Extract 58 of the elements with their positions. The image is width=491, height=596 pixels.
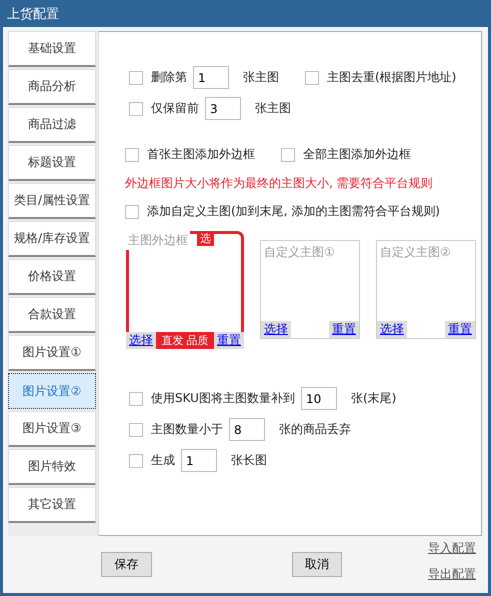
number-field[interactable]: 1 xyxy=(193,66,229,89)
option-label: 主图数量小于 xyxy=(151,421,223,438)
sidebar-tab[interactable]: 规格/库存设置 xyxy=(8,221,96,257)
checkbox[interactable] xyxy=(129,70,143,84)
unit-label: 张长图 xyxy=(231,452,267,469)
window-title: 上货配置 xyxy=(6,6,60,24)
sidebar-tab[interactable]: 类目/属性设置 xyxy=(8,183,96,219)
reset-link[interactable]: 重置 xyxy=(329,321,359,338)
checkbox[interactable] xyxy=(125,204,139,218)
option-label: 全部主图添加外边框 xyxy=(303,146,411,163)
option-label: 首张主图添加外边框 xyxy=(147,146,255,163)
unit-label: 张的商品丢弃 xyxy=(279,421,351,438)
sidebar-tab[interactable]: 商品分析 xyxy=(8,69,96,105)
sidebar-tab[interactable]: 价格设置 xyxy=(8,259,96,295)
number-field[interactable]: 8 xyxy=(229,418,265,441)
option-label: 使用SKU图将主图数量补到 xyxy=(151,390,295,407)
sidebar-tab[interactable]: 基础设置 xyxy=(8,31,96,67)
unit-label: 张(末尾) xyxy=(350,390,396,407)
sidebar-tab[interactable]: 图片设置① xyxy=(8,335,96,371)
dialog-button[interactable]: 保存 xyxy=(101,552,152,577)
sidebar-tab[interactable]: 图片设置② xyxy=(8,373,96,409)
select-link[interactable]: 选择 xyxy=(126,332,156,349)
number-field[interactable]: 10 xyxy=(300,387,337,410)
slot-caption: 自定义主图① xyxy=(263,244,336,261)
frame-tag: 选 xyxy=(197,231,214,246)
checkbox[interactable] xyxy=(129,102,143,116)
option-label: 主图去重(根据图片地址) xyxy=(327,69,456,86)
checkbox[interactable] xyxy=(125,148,139,162)
slot-caption: 自定义主图② xyxy=(379,244,452,261)
config-link[interactable]: 导出配置 xyxy=(428,566,476,583)
unit-label: 张主图 xyxy=(255,100,291,117)
number-field[interactable]: 3 xyxy=(205,97,241,120)
option-label: 删除第 xyxy=(151,69,187,86)
frame-strip: 直发 品质 xyxy=(156,332,214,349)
sidebar-tab[interactable]: 其它设置 xyxy=(8,487,96,523)
unit-label: 张主图 xyxy=(243,69,279,86)
config-link[interactable]: 导入配置 xyxy=(428,540,476,557)
number-field[interactable]: 1 xyxy=(181,449,217,472)
option-label: 仅保留前 xyxy=(151,100,199,117)
slot-caption: 主图外边框 xyxy=(126,231,190,250)
option-label: 生成 xyxy=(151,452,175,469)
dialog-button[interactable]: 取消 xyxy=(292,552,342,577)
sidebar-tab[interactable]: 合款设置 xyxy=(8,297,96,333)
sidebar-tab[interactable]: 图片特效 xyxy=(8,449,96,485)
reset-link[interactable]: 重置 xyxy=(445,321,475,338)
sidebar-tab[interactable]: 图片设置③ xyxy=(8,411,96,447)
checkbox[interactable] xyxy=(129,454,143,468)
select-link[interactable]: 选择 xyxy=(261,321,291,338)
sidebar-tab[interactable]: 标题设置 xyxy=(8,145,96,181)
checkbox[interactable] xyxy=(305,70,319,84)
checkbox[interactable] xyxy=(281,148,295,162)
sidebar-tab[interactable]: 商品过滤 xyxy=(8,107,96,143)
checkbox[interactable] xyxy=(129,392,143,406)
warning-text: 外边框图片大小将作为最终的主图大小, 需要符合平台规则 xyxy=(125,174,434,192)
option-label: 添加自定义主图(加到末尾, 添加的主图需符合平台规则) xyxy=(147,203,440,220)
reset-link[interactable]: 重置 xyxy=(214,332,244,349)
select-link[interactable]: 选择 xyxy=(377,321,407,338)
checkbox[interactable] xyxy=(129,422,143,436)
